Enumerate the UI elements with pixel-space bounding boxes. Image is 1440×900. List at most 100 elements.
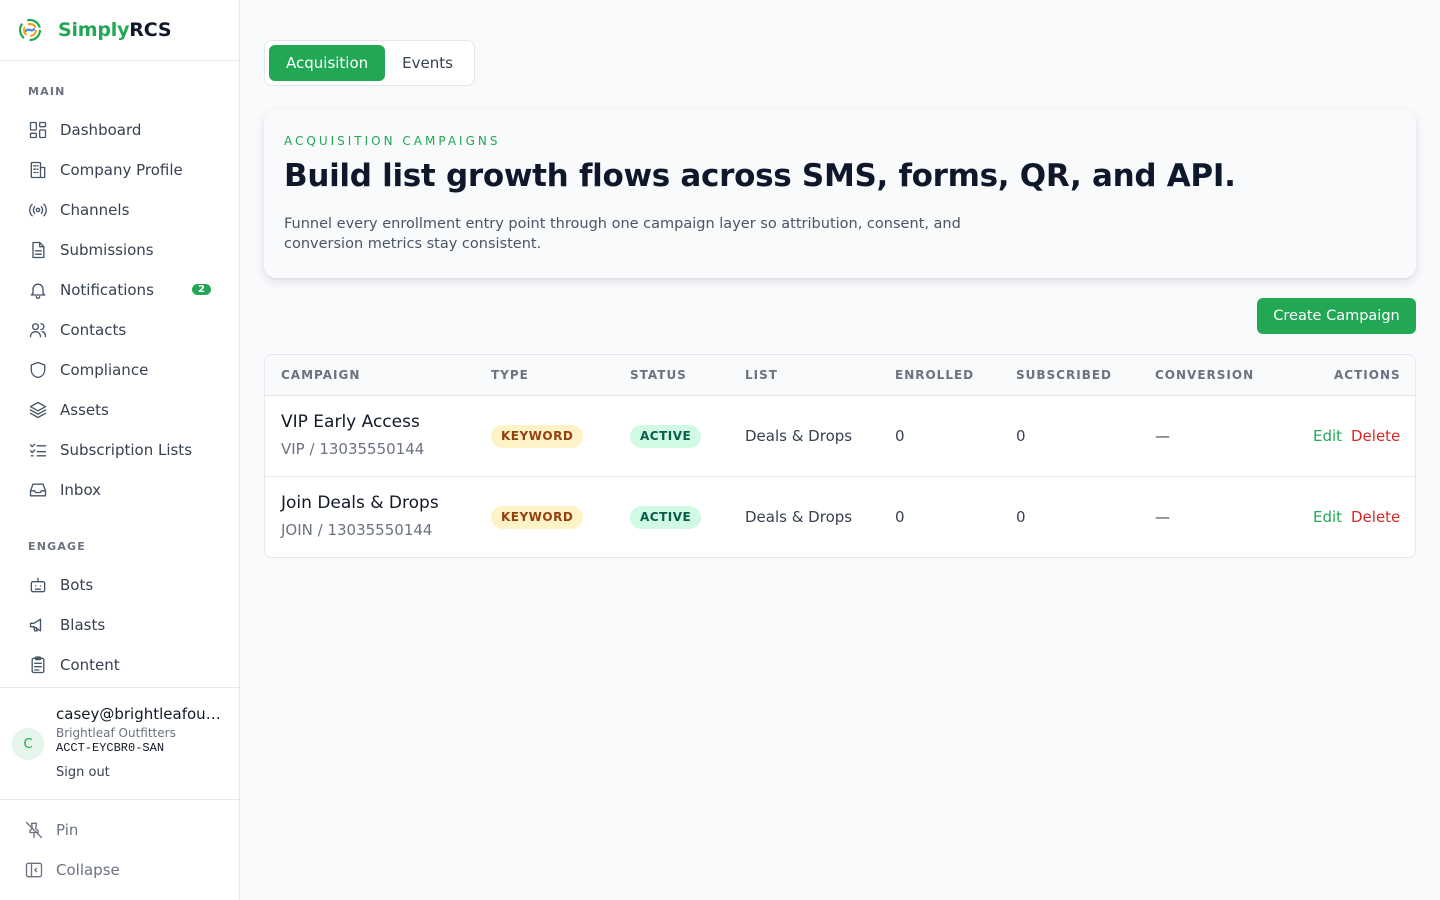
header-type[interactable]: TYPE: [491, 368, 529, 382]
hero-card: ACQUISITION CAMPAIGNS Build list growth …: [264, 110, 1416, 278]
campaign-keyword-number: JOIN / 13035550144: [281, 521, 433, 539]
avatar[interactable]: C: [12, 728, 44, 760]
header-list[interactable]: LIST: [745, 368, 778, 382]
bot-icon: [28, 575, 48, 595]
list-name: Deals & Drops: [745, 427, 853, 445]
building-icon: [28, 160, 48, 180]
simplyrcs-logo-icon: [18, 18, 42, 42]
header-subscribed[interactable]: SUBSCRIBED: [1016, 368, 1112, 382]
sidebar-item-assets[interactable]: Assets: [0, 390, 239, 430]
sidebar-item-label: Subscription Lists: [60, 441, 193, 459]
section-label-main: MAIN: [28, 85, 66, 98]
sidebar-item-inbox[interactable]: Inbox: [0, 470, 239, 510]
main-content: Acquisition Events ACQUISITION CAMPAIGNS…: [240, 0, 1440, 900]
checklist-icon: [28, 440, 48, 460]
enrolled-count: 0: [895, 508, 905, 526]
sidebar-item-blasts[interactable]: Blasts: [0, 605, 239, 645]
edit-button[interactable]: Edit: [1313, 508, 1342, 526]
edit-button[interactable]: Edit: [1313, 427, 1342, 445]
brand-name-b: RCS: [129, 19, 172, 41]
sidebar-item-label: Notifications: [60, 281, 154, 299]
type-badge: KEYWORD: [491, 506, 584, 529]
list-name: Deals & Drops: [745, 508, 853, 526]
collapse-label: Collapse: [56, 861, 120, 879]
tab-acquisition[interactable]: Acquisition: [269, 45, 386, 81]
status-badge: ACTIVE: [630, 425, 702, 448]
delete-button[interactable]: Delete: [1351, 427, 1400, 445]
brand[interactable]: SimplyRCS: [0, 0, 239, 61]
hero-eyebrow: ACQUISITION CAMPAIGNS: [284, 134, 501, 148]
bell-icon: [28, 280, 48, 300]
sidebar-item-subscription-lists[interactable]: Subscription Lists: [0, 430, 239, 470]
sidebar-item-channels[interactable]: Channels: [0, 190, 239, 230]
header-enrolled[interactable]: ENROLLED: [895, 368, 974, 382]
layers-icon: [28, 400, 48, 420]
sidebar-item-company-profile[interactable]: Company Profile: [0, 150, 239, 190]
tab-events[interactable]: Events: [385, 45, 470, 81]
sign-out-link[interactable]: Sign out: [56, 765, 110, 780]
header-conversion[interactable]: CONVERSION: [1155, 368, 1254, 382]
dashboard-icon: [28, 120, 48, 140]
sidebar-item-label: Inbox: [60, 481, 102, 499]
header-campaign[interactable]: CAMPAIGN: [281, 368, 360, 382]
sidebar-item-label: Compliance: [60, 361, 149, 379]
sidebar-item-dashboard[interactable]: Dashboard: [0, 110, 239, 150]
sidebar-item-label: Content: [60, 656, 120, 674]
notification-count-badge: 2: [192, 284, 211, 295]
table-row[interactable]: Join Deals & Drops JOIN / 13035550144 KE…: [265, 477, 1415, 557]
hero-description: Funnel every enrollment entry point thro…: [284, 216, 961, 252]
sidebar-item-label: Bots: [60, 576, 94, 594]
header-status[interactable]: STATUS: [630, 368, 687, 382]
brand-name-a: Simply: [58, 19, 130, 41]
sidebar-item-content[interactable]: Content: [0, 645, 239, 685]
pin-label: Pin: [56, 821, 79, 839]
sidebar-item-label: Dashboard: [60, 121, 142, 139]
campaign-name[interactable]: Join Deals & Drops: [281, 493, 439, 513]
sidebar-collapse-icon: [24, 860, 44, 880]
sidebar-item-bots[interactable]: Bots: [0, 565, 239, 605]
header-actions: ACTIONS: [1334, 368, 1401, 382]
sidebar: SimplyRCS MAIN Dashboard Company Profile…: [0, 0, 240, 900]
sidebar-item-label: Company Profile: [60, 161, 183, 179]
users-icon: [28, 320, 48, 340]
brand-name: SimplyRCS: [58, 19, 172, 41]
account-company: Brightleaf Outfitters: [56, 726, 176, 740]
pin-off-icon: [24, 820, 44, 840]
table-header: CAMPAIGN TYPE STATUS LIST ENROLLED SUBSC…: [265, 355, 1415, 396]
document-icon: [28, 240, 48, 260]
inbox-icon: [28, 480, 48, 500]
broadcast-icon: [28, 200, 48, 220]
campaign-name[interactable]: VIP Early Access: [281, 412, 420, 432]
section-label-engage: ENGAGE: [28, 540, 87, 553]
clipboard-icon: [28, 655, 48, 675]
sidebar-item-label: Submissions: [60, 241, 154, 259]
account-email: casey@brightleafoutfitters.com: [56, 705, 226, 723]
type-badge: KEYWORD: [491, 425, 584, 448]
table-row[interactable]: VIP Early Access VIP / 13035550144 KEYWO…: [265, 396, 1415, 477]
create-campaign-button[interactable]: Create Campaign: [1257, 298, 1416, 334]
sidebar-item-label: Contacts: [60, 321, 127, 339]
tab-bar: Acquisition Events: [264, 40, 475, 86]
sidebar-item-label: Assets: [60, 401, 109, 419]
page-title: Build list growth flows across SMS, form…: [284, 158, 1236, 194]
conversion-value: —: [1155, 508, 1170, 526]
subscribed-count: 0: [1016, 508, 1026, 526]
sidebar-item-compliance[interactable]: Compliance: [0, 350, 239, 390]
sidebar-item-label: Channels: [60, 201, 130, 219]
enrolled-count: 0: [895, 427, 905, 445]
account-id: ACCT-EYCBR0-SAN: [56, 741, 165, 755]
delete-button[interactable]: Delete: [1351, 508, 1400, 526]
sidebar-item-submissions[interactable]: Submissions: [0, 230, 239, 270]
sidebar-item-notifications[interactable]: Notifications 2: [0, 270, 239, 310]
collapse-button[interactable]: Collapse: [0, 850, 239, 890]
subscribed-count: 0: [1016, 427, 1026, 445]
sidebar-item-label: Blasts: [60, 616, 106, 634]
pin-button[interactable]: Pin: [0, 810, 239, 850]
campaigns-table: CAMPAIGN TYPE STATUS LIST ENROLLED SUBSC…: [264, 354, 1416, 558]
shield-icon: [28, 360, 48, 380]
sidebar-item-contacts[interactable]: Contacts: [0, 310, 239, 350]
status-badge: ACTIVE: [630, 506, 702, 529]
account-panel: C casey@brightleafoutfitters.com Brightl…: [0, 687, 239, 800]
megaphone-icon: [28, 615, 48, 635]
campaign-keyword-number: VIP / 13035550144: [281, 440, 425, 458]
